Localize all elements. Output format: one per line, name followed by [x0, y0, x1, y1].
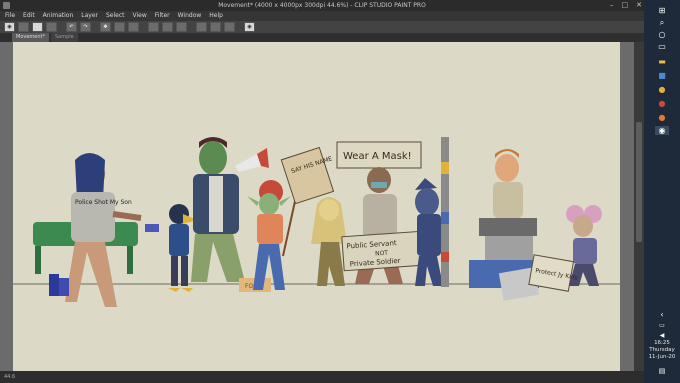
menu-filter[interactable]: Filter	[155, 11, 170, 21]
clear-icon[interactable]	[114, 22, 125, 32]
crate-stack	[485, 236, 533, 262]
command-bar: ◉ ↶ ↷ ✥ ◉	[0, 21, 644, 33]
tab-sample[interactable]: Sample	[50, 33, 78, 42]
clock-day: Thursday	[649, 347, 675, 353]
shirt-text: Police Shot My Son	[75, 199, 132, 206]
sign-public-servant: Public Servant NOT Private Soldier	[341, 230, 429, 272]
chevron-up-icon[interactable]: ‹	[655, 310, 669, 319]
tab-movement[interactable]: Movement*	[12, 33, 49, 42]
scrollbar-thumb[interactable]	[636, 122, 642, 242]
store-icon[interactable]: ■	[655, 71, 669, 80]
grid-icon[interactable]	[176, 22, 187, 32]
notifications-icon[interactable]: ▤	[655, 367, 669, 376]
transform-icon[interactable]: ✥	[100, 22, 111, 32]
zoom-readout[interactable]: 44.6	[4, 374, 15, 380]
assets-icon[interactable]: ◉	[244, 22, 255, 32]
new-file-icon[interactable]	[18, 22, 29, 32]
figure-blue-dragon	[415, 178, 443, 286]
firefox-icon[interactable]: ●	[655, 113, 669, 122]
menu-window[interactable]: Window	[178, 11, 202, 21]
redo-icon[interactable]: ↷	[80, 22, 91, 32]
volume-icon[interactable]: ◀	[655, 331, 669, 340]
snap-icon[interactable]	[148, 22, 159, 32]
windows-start-icon[interactable]: ⊞	[655, 6, 669, 15]
megaphone	[235, 154, 261, 172]
opera-icon[interactable]: ●	[655, 99, 669, 108]
figure-blonde	[311, 197, 347, 286]
battery-icon[interactable]: ▭	[655, 321, 669, 330]
menu-file[interactable]: File	[5, 11, 15, 21]
lasso-icon[interactable]	[210, 22, 221, 32]
task-view-icon[interactable]: ▭	[655, 42, 669, 51]
save-icon[interactable]	[46, 22, 57, 32]
maximize-icon[interactable]: □	[622, 0, 629, 11]
selection-icon[interactable]	[196, 22, 207, 32]
view-icon[interactable]: ◉	[4, 22, 15, 32]
search-icon[interactable]: ⌕	[655, 18, 669, 27]
paint-cans	[49, 274, 59, 296]
title-bar: Movement* (4000 x 4000px 300dpi 44.6%) -…	[0, 0, 644, 11]
clip-studio-icon[interactable]: ◉	[655, 126, 669, 135]
vertical-scrollbar[interactable]	[634, 42, 644, 371]
undo-icon[interactable]: ↶	[66, 22, 77, 32]
menu-help[interactable]: Help	[209, 11, 223, 21]
ruler-icon[interactable]	[162, 22, 173, 32]
svg-text:Wear A Mask!: Wear A Mask!	[343, 151, 412, 162]
file-explorer-icon[interactable]: ▬	[655, 57, 669, 66]
street-pole	[441, 137, 449, 287]
clock-date: 11-Jun-20	[648, 354, 676, 360]
menu-animation[interactable]: Animation	[43, 11, 74, 21]
figure-small-kid	[145, 204, 197, 292]
canvas-tab-bar: Movement* Sample	[0, 33, 644, 42]
minimize-icon[interactable]: –	[610, 0, 614, 11]
menu-bar: File Edit Animation Layer Select View Fi…	[0, 11, 644, 21]
figure-wear-mask: Wear A Mask! Public Servant NOT Private …	[336, 141, 429, 284]
invert-icon[interactable]	[224, 22, 235, 32]
clock-time[interactable]: 16:25	[644, 340, 680, 347]
svg-text:NOT: NOT	[375, 250, 389, 258]
menu-edit[interactable]: Edit	[23, 11, 35, 21]
figure-boxes	[469, 149, 540, 301]
sign-say-his-name: SAY HIS NAME	[280, 146, 335, 205]
window-title: Movement* (4000 x 4000px 300dpi 44.6%) -…	[218, 2, 426, 9]
open-file-icon[interactable]	[32, 22, 43, 32]
status-bar: 44.6	[0, 371, 644, 383]
cortana-icon[interactable]: ○	[655, 30, 669, 39]
chrome-icon[interactable]: ●	[655, 85, 669, 94]
menu-layer[interactable]: Layer	[81, 11, 98, 21]
menu-view[interactable]: View	[133, 11, 147, 21]
figure-mouse: Protect Jy Kids	[528, 205, 602, 292]
windows-taskbar: ⊞ ⌕ ○ ▭ ▬ ■ ● ● ● ◉ ‹ ▭ ◀ 16:25 Thursday…	[644, 0, 680, 383]
close-icon[interactable]: ✕	[636, 0, 642, 11]
window-controls: – □ ✕	[610, 0, 642, 11]
menu-select[interactable]: Select	[106, 11, 125, 21]
artwork: Police Shot My Son FOOT SAY HIS NAME Wea…	[13, 137, 620, 307]
fill-icon[interactable]	[128, 22, 139, 32]
canvas[interactable]: Police Shot My Son FOOT SAY HIS NAME Wea…	[13, 42, 620, 371]
